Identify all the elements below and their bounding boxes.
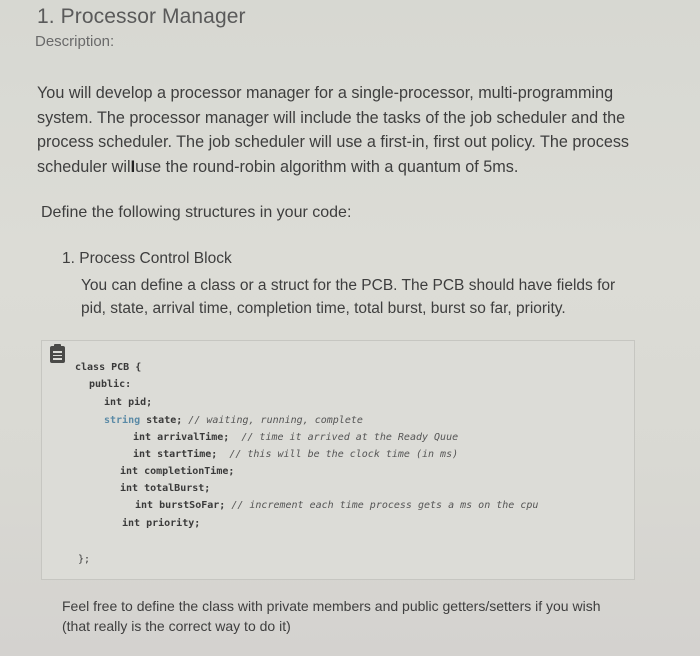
code-line: int priority; [122,518,201,529]
list-item-title: 1. Process Control Block [62,250,232,267]
description-paragraph: You will develop a processor manager for… [37,81,657,179]
clipboard-icon[interactable] [50,344,65,363]
code-text: int arrivalTime; [133,432,242,443]
code-comment: // this will be the clock time (in ms) [229,449,459,460]
list-item-description: You can define a class or a struct for t… [81,277,616,317]
code-text: int startTime; [133,449,230,460]
code-text: int burstSoFar; [135,500,232,511]
code-type-keyword: string [104,415,141,426]
code-line: int totalBurst; [120,483,211,494]
paragraph-text-end: use the round-robin algorithm with a qua… [135,157,519,176]
code-line: int startTime; // this will be the clock… [133,449,458,460]
code-comment: // increment each time process gets a ms… [231,500,539,511]
page-title: 1. Processor Manager [37,5,246,28]
code-line: int burstSoFar; // increment each time p… [135,500,538,511]
code-line: int pid; [104,397,153,408]
define-heading: Define the following structures in your … [41,204,352,221]
description-label: Description: [35,33,115,50]
code-line: int arrivalTime; // time it arrived at t… [133,432,458,443]
note-text: Feel free to define the class with priva… [62,598,601,634]
code-comment: // time it arrived at the Ready Quue [241,432,459,443]
code-line: string state; // waiting, running, compl… [104,415,363,426]
code-comment: // waiting, running, complete [188,415,363,426]
code-line: class PCB { [75,362,142,373]
code-line: public: [89,379,132,390]
code-line: int completionTime; [120,466,235,477]
code-text: state; [140,415,189,426]
code-block [41,340,635,580]
code-line: }; [78,554,91,565]
